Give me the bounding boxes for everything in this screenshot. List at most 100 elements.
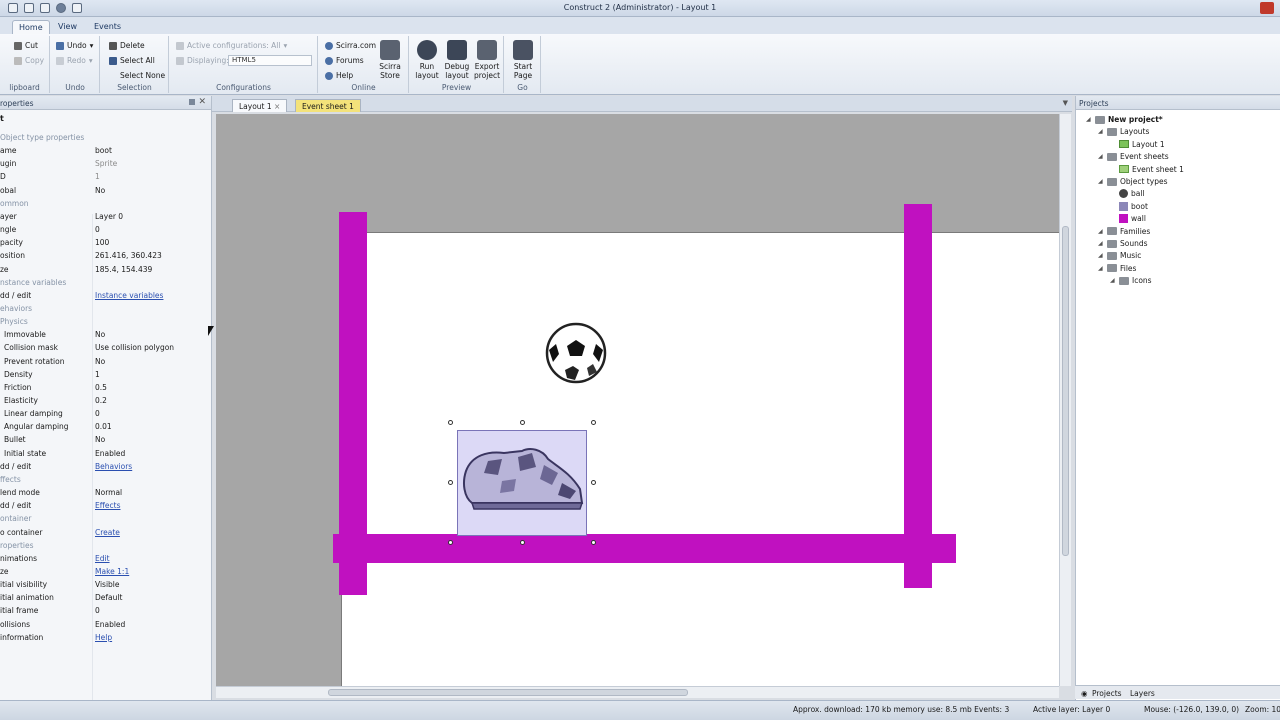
property-row[interactable]: osition 261.416, 360.423 [0, 249, 211, 262]
property-row[interactable]: dd / edit Effects [0, 499, 211, 512]
delete-button[interactable]: Delete [109, 41, 145, 50]
expand-icon[interactable]: ◢ [1098, 240, 1104, 247]
forums-link[interactable]: Forums [325, 56, 364, 65]
tab-dropdown-icon[interactable]: ▼ [1063, 99, 1068, 107]
active-configurations-dropdown[interactable]: Active configurations: All ▾ [176, 41, 287, 50]
scirra-store-button[interactable]: Scirra Store [375, 40, 405, 80]
property-row[interactable]: ontainer [0, 512, 211, 525]
scroll-thumb[interactable] [328, 689, 688, 696]
property-row[interactable]: itial animation Default [0, 591, 211, 604]
property-row[interactable]: itial frame 0 [0, 604, 211, 617]
tab-view[interactable]: View [52, 20, 83, 34]
expand-icon[interactable]: ◢ [1098, 153, 1104, 160]
close-tab-icon[interactable]: × [274, 102, 280, 111]
undo-button[interactable]: Undo ▾ [56, 41, 93, 50]
property-row[interactable]: ame boot [0, 144, 211, 157]
property-row[interactable]: Friction 0.5 [0, 381, 211, 394]
property-row[interactable]: ommon [0, 197, 211, 210]
tab-home[interactable]: Home [12, 20, 50, 34]
select-all-button[interactable]: Select All [109, 56, 155, 65]
property-row[interactable]: ngle 0 [0, 223, 211, 236]
resize-handle[interactable] [448, 420, 453, 425]
expand-icon[interactable]: ◢ [1110, 277, 1116, 284]
property-row[interactable]: Object type properties [0, 131, 211, 144]
property-row[interactable]: ze Make 1:1 [0, 565, 211, 578]
tab-layout-1[interactable]: Layout 1 × [232, 99, 288, 112]
ball-sprite[interactable] [543, 322, 609, 384]
expand-icon[interactable]: ◢ [1086, 116, 1092, 123]
copy-button[interactable]: Copy [14, 56, 44, 65]
property-row[interactable]: itial visibility Visible [0, 578, 211, 591]
property-row[interactable]: pacity 100 [0, 236, 211, 249]
property-row[interactable]: Angular damping 0.01 [0, 420, 211, 433]
close-window-button[interactable] [1260, 2, 1274, 14]
tab-events[interactable]: Events [88, 20, 127, 34]
tree-item[interactable]: Layout 1 [1110, 140, 1165, 149]
resize-handle[interactable] [591, 480, 596, 485]
help-link[interactable]: Help [325, 71, 353, 80]
vertical-scrollbar[interactable] [1059, 114, 1071, 686]
property-row[interactable]: Bullet No [0, 433, 211, 446]
property-row[interactable]: Elasticity 0.2 [0, 394, 211, 407]
boot-sprite[interactable] [457, 430, 587, 536]
resize-handle[interactable] [591, 540, 596, 545]
tree-item[interactable]: Event sheet 1 [1110, 165, 1184, 174]
scroll-thumb[interactable] [1062, 226, 1069, 556]
property-row[interactable]: ffects [0, 473, 211, 486]
scirra-com-link[interactable]: Scirra.com [325, 41, 376, 50]
property-link[interactable]: Help [95, 633, 112, 642]
tree-item[interactable]: ball [1110, 189, 1145, 199]
property-row[interactable]: lend mode Normal [0, 486, 211, 499]
expand-icon[interactable]: ◢ [1098, 128, 1104, 135]
property-row[interactable]: Physics [0, 315, 211, 328]
property-row[interactable]: ze 185.4, 154.439 [0, 263, 211, 276]
run-layout-button[interactable]: Run layout [412, 40, 442, 80]
redo-button[interactable]: Redo ▾ [56, 56, 93, 65]
property-row[interactable]: ugin Sprite [0, 157, 211, 170]
select-none-button[interactable]: Select None [109, 71, 165, 80]
close-icon[interactable]: ✕ [198, 97, 206, 107]
property-row[interactable]: nimations Edit [0, 552, 211, 565]
property-link[interactable]: Create [95, 528, 120, 537]
tab-event-sheet-1[interactable]: Event sheet 1 [295, 99, 361, 112]
property-row[interactable]: ehaviors [0, 302, 211, 315]
property-row[interactable]: ollisions Enabled [0, 618, 211, 631]
wall-floor[interactable] [333, 534, 956, 563]
property-row[interactable]: obal No [0, 184, 211, 197]
property-link[interactable]: Behaviors [95, 462, 132, 471]
pin-icon[interactable] [189, 99, 195, 105]
resize-handle[interactable] [591, 420, 596, 425]
expand-icon[interactable]: ◢ [1098, 265, 1104, 272]
property-row[interactable]: Initial state Enabled [0, 447, 211, 460]
debug-layout-button[interactable]: Debug layout [442, 40, 472, 80]
property-row[interactable]: ayer Layer 0 [0, 210, 211, 223]
start-page-button[interactable]: Start Page [508, 40, 538, 80]
property-row[interactable]: o container Create [0, 526, 211, 539]
property-link[interactable]: Instance variables [95, 291, 163, 300]
tree-item[interactable]: wall [1110, 214, 1146, 224]
cut-button[interactable]: Cut [14, 41, 38, 50]
tree-item[interactable]: ◢ Icons [1110, 276, 1152, 285]
property-row[interactable]: Prevent rotation No [0, 355, 211, 368]
property-row[interactable]: Collision mask Use collision polygon [0, 341, 211, 354]
tab-layers[interactable]: Layers [1130, 689, 1155, 698]
tree-item[interactable]: ◢ Families [1098, 227, 1150, 236]
expand-icon[interactable]: ◢ [1098, 228, 1104, 235]
tab-projects[interactable]: Projects [1092, 689, 1122, 698]
tree-item[interactable]: ◢ Layouts [1098, 127, 1149, 136]
tree-item[interactable]: ◢ Object types [1098, 177, 1167, 186]
resize-handle[interactable] [448, 480, 453, 485]
property-row[interactable]: dd / edit Behaviors [0, 460, 211, 473]
tree-item[interactable]: ◢ Files [1098, 264, 1136, 273]
tree-item[interactable]: ◢ Sounds [1098, 239, 1148, 248]
wall-right[interactable] [904, 204, 932, 588]
expand-icon[interactable]: ◢ [1098, 178, 1104, 185]
tree-item[interactable]: ◢ Event sheets [1098, 152, 1169, 161]
property-row[interactable]: Immovable No [0, 328, 211, 341]
tree-item[interactable]: ◢ Music [1098, 251, 1141, 260]
property-row[interactable]: roperties [0, 539, 211, 552]
property-link[interactable]: Effects [95, 501, 121, 510]
property-row[interactable]: information Help [0, 631, 211, 644]
export-project-button[interactable]: Export project [472, 40, 502, 80]
horizontal-scrollbar[interactable] [216, 686, 1059, 698]
